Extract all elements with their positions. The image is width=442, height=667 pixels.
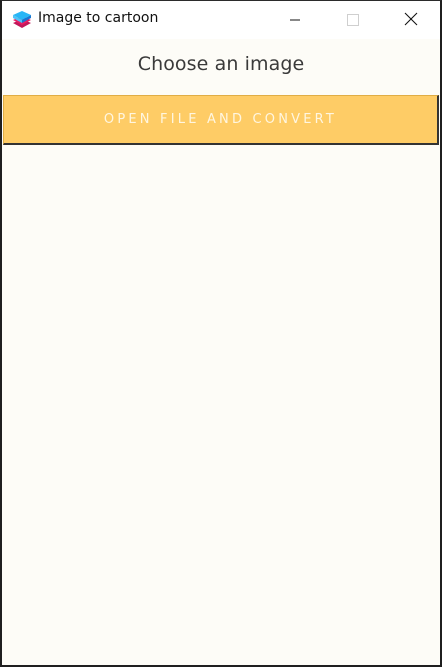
app-window: Image to cartoon Choose an image OPEN FI…	[0, 0, 442, 667]
main-content: Choose an image OPEN FILE AND CONVERT	[2, 39, 440, 665]
title-bar[interactable]: Image to cartoon	[2, 1, 440, 39]
maximize-icon	[347, 11, 359, 30]
stacked-layers-icon	[11, 9, 33, 31]
open-file-and-convert-button[interactable]: OPEN FILE AND CONVERT	[3, 95, 439, 145]
minimize-icon	[289, 11, 301, 30]
page-heading: Choose an image	[137, 53, 305, 75]
close-button[interactable]	[388, 1, 434, 39]
minimize-button[interactable]	[272, 1, 318, 39]
maximize-button[interactable]	[330, 1, 376, 39]
convert-button-label: OPEN FILE AND CONVERT	[103, 112, 338, 127]
window-title: Image to cartoon	[38, 10, 159, 26]
close-icon	[404, 11, 418, 30]
